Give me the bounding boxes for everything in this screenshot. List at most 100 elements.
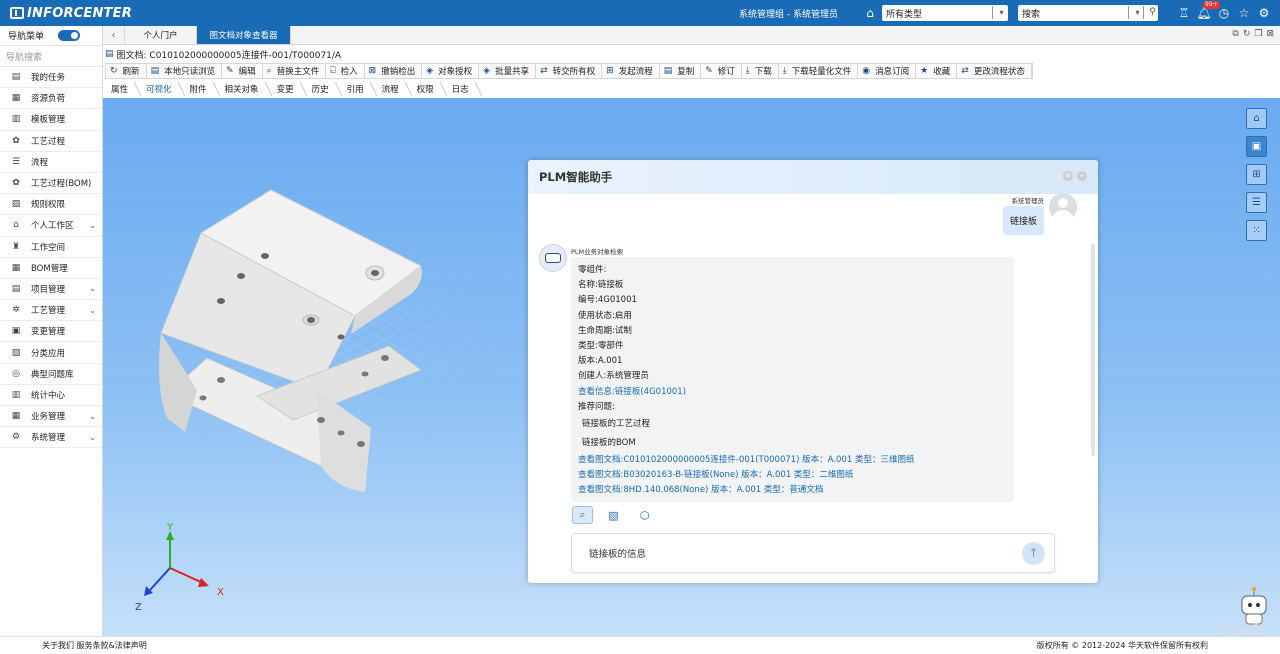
user-avatar [1049, 193, 1077, 221]
sidebar-item[interactable]: ⌂ 个人工作区 ⌄ [0, 215, 102, 237]
refresh-tab-icon[interactable]: ↻ [1243, 29, 1251, 39]
toolbar-button[interactable]: ↻ 刷新 [106, 64, 147, 78]
assistant-minimize-icon[interactable]: − [1077, 171, 1087, 181]
app-logo: INFORCENTER [0, 6, 132, 21]
sidebar-item[interactable]: ▤ 我的任务 [0, 67, 102, 89]
sidebar-item[interactable]: ▨ 规则权限 [0, 194, 102, 216]
chevron-down-icon[interactable]: ▾ [1128, 6, 1142, 19]
robot-mascot-icon[interactable] [1236, 586, 1272, 626]
detail-tab[interactable]: 流程 [376, 80, 411, 97]
document-search-icon[interactable]: ▧ [603, 506, 624, 524]
bot-link[interactable]: 查看图文档:C010102000000005连接件-001(T000071) 版… [578, 453, 1007, 468]
sidebar-item[interactable]: ▥ 模板管理 [0, 109, 102, 131]
chevron-down-icon[interactable]: ▾ [992, 6, 1006, 19]
sidebar-item[interactable]: ▥ 统计中心 [0, 385, 102, 406]
assistant-header: PLM智能助手 ⚙ − [528, 160, 1098, 194]
detail-tab[interactable]: 变更 [271, 80, 306, 97]
tab-document-viewer[interactable]: 图文档对象查看器 [197, 26, 291, 44]
sidebar-item[interactable]: ▦ 业务管理 ⌄ [0, 406, 102, 428]
toolbar-button[interactable]: ⌕ 替换主文件 [263, 64, 327, 78]
favorite-star-icon[interactable]: ☆ [1234, 6, 1254, 20]
open-window-icon[interactable]: ⧉ [1232, 29, 1238, 39]
suggested-question[interactable]: 链接板的工艺过程 [578, 415, 1007, 434]
toolbar-button[interactable]: ◉ 消息订阅 [858, 64, 917, 78]
sidebar-item[interactable]: ✿ 工艺过程 [0, 131, 102, 152]
sidebar-item[interactable]: ◎ 典型问题库 [0, 364, 102, 385]
assistant-message-input[interactable]: 链接板的信息 ↑ [571, 533, 1055, 573]
model-cube-icon[interactable]: ⬡ [634, 506, 655, 524]
detail-tab[interactable]: 权限 [411, 80, 446, 97]
toolbar-button[interactable]: ⊠ 撤销检出 [365, 64, 423, 78]
robot-icon[interactable]: ♖ [1174, 6, 1194, 20]
type-select[interactable]: 所有类型 ▾ [882, 5, 1008, 21]
chevron-down-icon[interactable]: ⌄ [89, 221, 96, 230]
settings-gear-icon[interactable]: ⚙ [1254, 6, 1274, 20]
toolbar-button[interactable]: ⇄ 转交所有权 [536, 64, 603, 78]
search-icon[interactable]: ⚲ [1143, 6, 1157, 19]
sidebar-item[interactable]: ☰ 流程 [0, 152, 102, 173]
nav-search-input[interactable]: 导航搜索 [0, 46, 102, 67]
toolbar-button-label: 收藏 [933, 67, 951, 77]
viewer-home-icon[interactable]: ⌂ [1246, 108, 1267, 129]
detail-tab[interactable]: 引用 [341, 80, 376, 97]
home-icon[interactable]: ⌂ [860, 6, 880, 20]
toolbar-button[interactable]: ▤ 复制 [660, 64, 702, 78]
sidebar-item[interactable]: ⚙ 系统管理 ⌄ [0, 427, 102, 449]
toolbar-button[interactable]: ⊞ 发起流程 [602, 64, 660, 78]
sidebar-item[interactable]: ♜ 工作空间 [0, 237, 102, 258]
sidebar-item[interactable]: ▣ 变更管理 [0, 321, 102, 343]
assistant-settings-icon[interactable]: ⚙ [1063, 171, 1073, 181]
tab-personal-portal[interactable]: 个人门户 [125, 26, 197, 44]
detail-tab[interactable]: 属性 [105, 80, 140, 97]
toolbar-button[interactable]: ◈ 对象授权 [422, 64, 480, 78]
sidebar-item[interactable]: ✿ 工艺过程(BOM) [0, 173, 102, 195]
chevron-down-icon[interactable]: ⌄ [89, 306, 96, 315]
close-tab-icon[interactable]: ⊠ [1266, 29, 1274, 39]
notification-bell-icon[interactable]: 🔔︎ 99+ [1194, 1, 1220, 20]
toolbar-button[interactable]: ✎ 修订 [701, 64, 742, 78]
sidebar-item[interactable]: ▧ 分类应用 [0, 342, 102, 364]
detail-tab[interactable]: 历史 [306, 80, 341, 97]
document-title: ▤ 图文档: C010102000000005连接件-001/T000071/A [105, 47, 341, 61]
bot-link[interactable]: 查看图文档:8HD.140.068(None) 版本：A.001 类型：普通文档 [578, 483, 1007, 498]
toolbar-button[interactable]: ⤓ 下载轻量化文件 [779, 64, 859, 78]
detail-tab[interactable]: 相关对象 [219, 80, 271, 97]
toolbar-button[interactable]: ⇄ 更改流程状态 [957, 64, 1032, 78]
tab-prev-icon[interactable]: ‹ [103, 26, 125, 44]
toolbar-button[interactable]: ★ 收藏 [916, 64, 958, 78]
detail-tab[interactable]: 可视化 [140, 80, 184, 97]
viewer-model-icon[interactable]: ▣ [1246, 136, 1267, 157]
send-arrow-icon[interactable]: ↑ [1022, 542, 1045, 565]
bot-text-line: 生命周期:试制 [578, 325, 632, 336]
viewer-grid-icon[interactable]: ⁙ [1246, 220, 1267, 241]
object-search-icon[interactable]: ⌕ [572, 506, 593, 524]
toolbar-button[interactable]: ⍇ 检入 [326, 64, 365, 78]
copy-tab-icon[interactable]: ❐ [1254, 29, 1262, 39]
toolbar-button[interactable]: ▤ 本地只读浏览 [147, 64, 223, 78]
rule-icon: ▨ [11, 199, 21, 210]
sidebar-item[interactable]: ▦ BOM管理 [0, 258, 102, 279]
current-user-label[interactable]: 系统管理组 - 系统管理员 [739, 7, 838, 20]
bot-link[interactable]: 查看信息:链接板(4G01001) [578, 385, 1007, 400]
toolbar-button[interactable]: ✎ 编辑 [222, 64, 263, 78]
viewer-list-icon[interactable]: ☰ [1246, 192, 1267, 213]
chat-scrollbar[interactable] [1091, 244, 1095, 456]
chevron-down-icon[interactable]: ⌄ [89, 284, 96, 293]
chevron-down-icon[interactable]: ⌄ [89, 433, 96, 442]
bot-link[interactable]: 查看图文档:B03020163-B-链接板(None) 版本：A.001 类型：… [578, 468, 1007, 483]
nav-toggle-switch[interactable] [58, 30, 81, 41]
sidebar-item[interactable]: ✲ 工艺管理 ⌄ [0, 300, 102, 322]
toolbar-button[interactable]: ◈ 批量共享 [479, 64, 537, 78]
detail-tab[interactable]: 附件 [184, 80, 219, 97]
sidebar-item[interactable]: ▤ 项目管理 ⌄ [0, 279, 102, 301]
sidebar-item-label: 个人工作区 [31, 221, 74, 232]
chevron-down-icon[interactable]: ⌄ [89, 412, 96, 421]
suggested-question[interactable]: 链接板的BOM [578, 434, 1007, 453]
sidebar-item[interactable]: ▦ 资源负荷 [0, 88, 102, 110]
search-input-value: 搜索 [1022, 9, 1041, 20]
viewer-tree-icon[interactable]: ⊞ [1246, 164, 1267, 185]
footer-links[interactable]: 关于我们 服务条款&法律声明 [42, 640, 147, 651]
global-search-input[interactable]: 搜索 ▾ ⚲ [1018, 5, 1158, 21]
detail-tab[interactable]: 日志 [446, 80, 481, 97]
toolbar-button[interactable]: ⤓ 下载 [742, 64, 779, 78]
